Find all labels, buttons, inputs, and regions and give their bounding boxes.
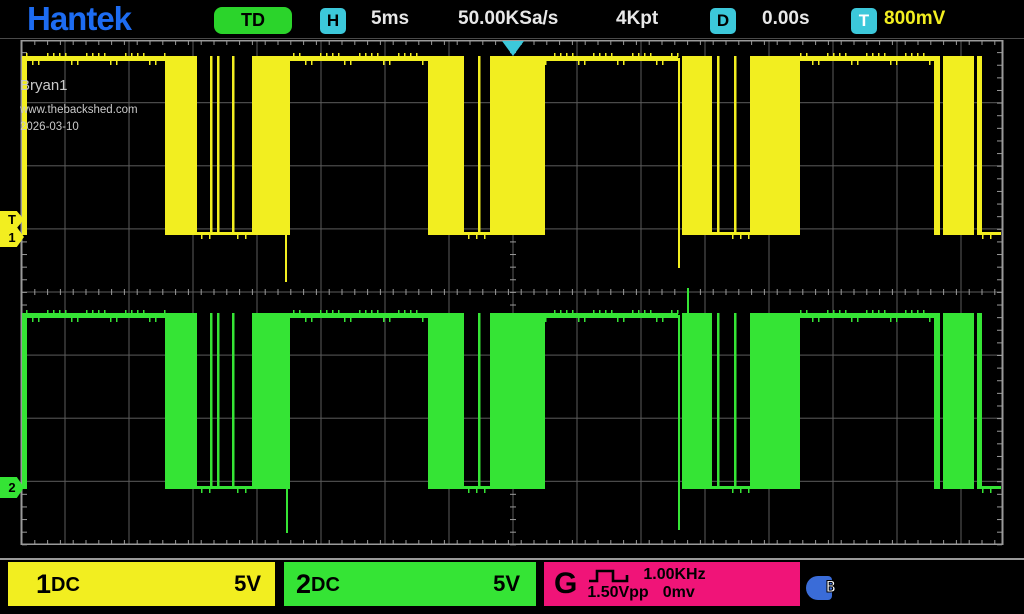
topbar-divider bbox=[0, 38, 1024, 39]
memory-depth-readout: 4Kpt bbox=[616, 8, 658, 30]
square-wave-icon bbox=[587, 567, 633, 585]
ch2-number: 2 bbox=[296, 569, 311, 600]
trigger-delay-readout: 0.00s bbox=[762, 8, 810, 30]
ch1-number: 1 bbox=[36, 569, 51, 600]
generator-frequency: 1.00KHz bbox=[643, 567, 705, 584]
acquisition-status-badge: TD bbox=[214, 7, 292, 34]
trigger-menu-icon[interactable]: T bbox=[851, 8, 877, 34]
delay-menu-icon[interactable]: D bbox=[710, 8, 736, 34]
ch1-volts-per-div: 5V bbox=[234, 571, 261, 597]
generator-settings-box[interactable]: G 1.00KHz 1.50Vpp 0mv bbox=[544, 562, 800, 606]
ch2-volts-per-div: 5V bbox=[493, 571, 520, 597]
sample-rate-readout: 50.00KSa/s bbox=[458, 8, 558, 30]
graticule-and-traces bbox=[0, 40, 1024, 558]
timebase-readout: 5ms bbox=[371, 8, 409, 30]
ch2-settings-box[interactable]: 2 DC 5V bbox=[284, 562, 536, 606]
trigger-level-readout: 800mV bbox=[884, 8, 945, 30]
ch2-coupling: DC bbox=[311, 574, 340, 597]
watermark-url: www.thebackshed.com bbox=[20, 104, 138, 117]
usb-device-letter: B bbox=[826, 577, 836, 596]
generator-offset: 0mv bbox=[663, 585, 695, 602]
generator-amplitude: 1.50Vpp bbox=[587, 585, 648, 602]
brand-logo: Hantek bbox=[27, 0, 131, 38]
watermark-user: Bryan1 bbox=[20, 78, 68, 95]
top-status-bar: Hantek TD H 5ms 50.00KSa/s 4Kpt D 0.00s … bbox=[0, 0, 1024, 40]
ch1-trace bbox=[22, 53, 1001, 282]
ch1-coupling: DC bbox=[51, 574, 80, 597]
generator-label: G bbox=[554, 567, 577, 601]
ch1-settings-box[interactable]: 1 DC 5V bbox=[8, 562, 275, 606]
horizontal-menu-icon[interactable]: H bbox=[320, 8, 346, 34]
ch2-trace bbox=[22, 288, 1001, 533]
bottombar-divider bbox=[0, 558, 1024, 560]
oscilloscope-screen: Hantek TD H 5ms 50.00KSa/s 4Kpt D 0.00s … bbox=[0, 0, 1024, 614]
bottom-status-bar: 1 DC 5V 2 DC 5V G 1.00KHz 1.50Vpp 0mv bbox=[0, 558, 1024, 614]
waveform-display: Bryan1 www.thebackshed.com 2026-03-10 T … bbox=[0, 40, 1024, 558]
watermark-date: 2026-03-10 bbox=[20, 121, 79, 134]
